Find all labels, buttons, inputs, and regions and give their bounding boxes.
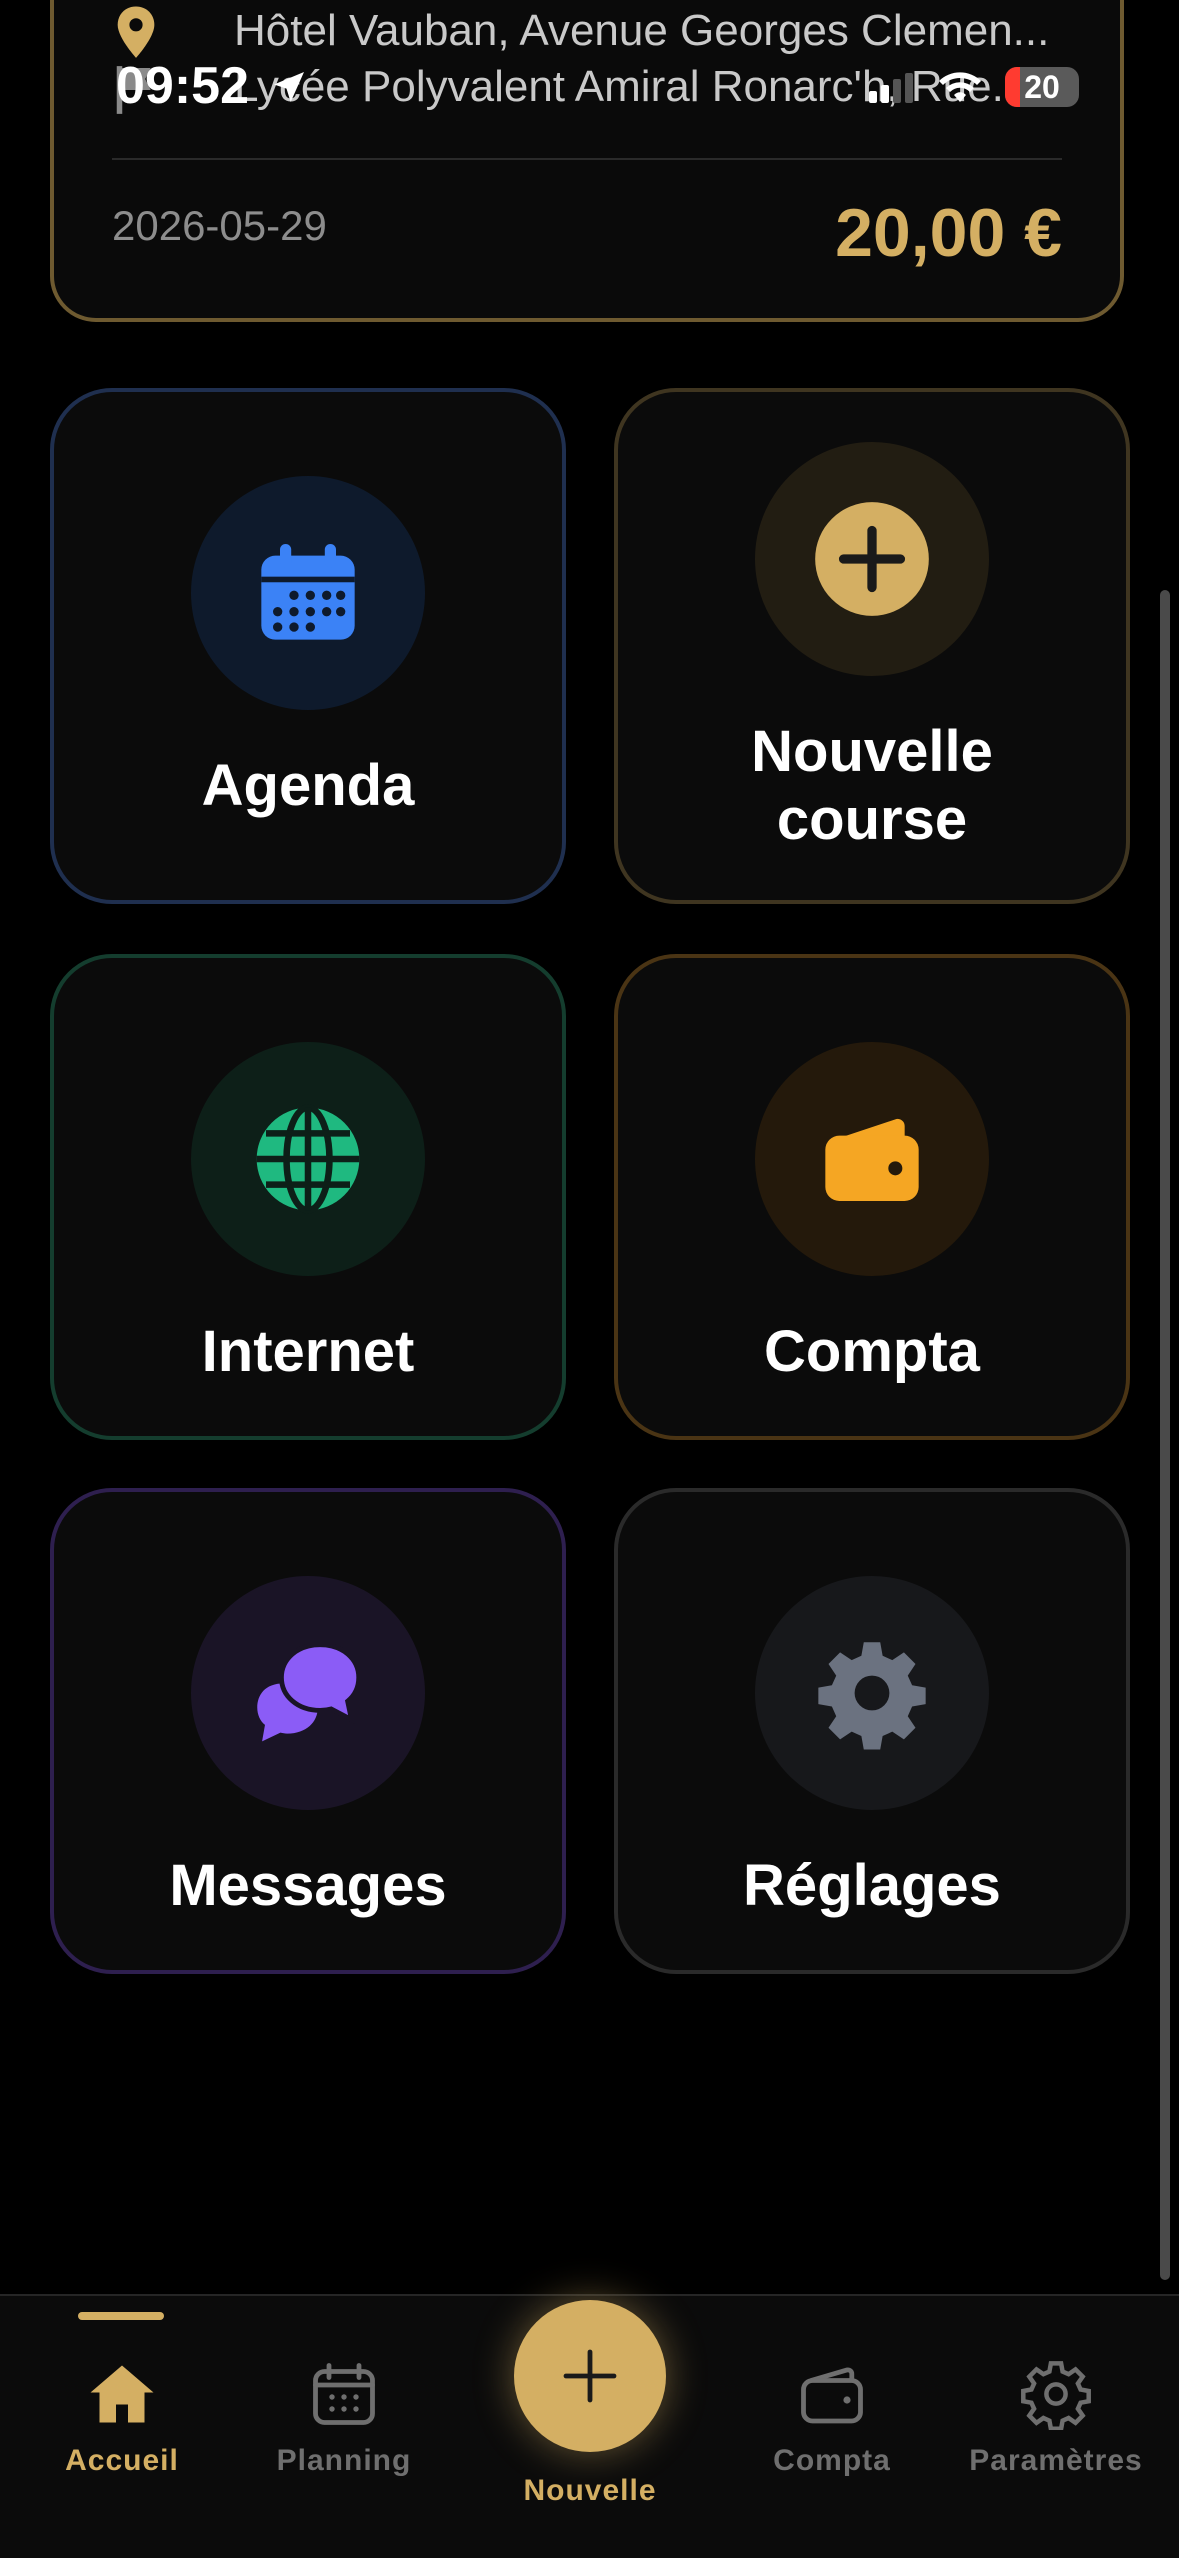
tile-compta-label: Compta [764, 1319, 980, 1384]
course-price: 20,00 € [835, 195, 1062, 271]
new-course-fab[interactable] [514, 2300, 666, 2452]
tab-parametres[interactable]: Paramètres [969, 2296, 1142, 2558]
recent-course-card[interactable]: Hôtel Vauban, Avenue Georges Clemen... L… [50, 0, 1124, 322]
tile-nouvelle-course[interactable]: Nouvelle course [614, 388, 1130, 904]
tile-compta[interactable]: Compta [614, 954, 1130, 1440]
tab-planning[interactable]: Planning [264, 2296, 424, 2558]
messages-icon-circle [191, 1576, 425, 1810]
chat-bubbles-icon [257, 1642, 362, 1742]
tab-nouvelle-label[interactable]: Nouvelle [470, 2474, 710, 2508]
status-time: 09:52 [116, 56, 309, 116]
tile-reglages[interactable]: Réglages [614, 1488, 1130, 1974]
tile-nouvelle-course-label: Nouvelle course [751, 719, 993, 852]
status-indicators: 20 [869, 62, 1079, 112]
tile-agenda-label: Agenda [201, 753, 415, 818]
scrollbar[interactable] [1160, 590, 1170, 2280]
tab-compta[interactable]: Compta [752, 2296, 912, 2558]
calendar-icon [261, 544, 355, 640]
tab-parametres-label: Paramètres [969, 2444, 1143, 2477]
tile-internet-label: Internet [201, 1319, 415, 1384]
signal-icon [869, 73, 913, 103]
compta-icon-circle [755, 1042, 989, 1276]
plus-circle-icon [815, 502, 929, 616]
tab-accueil[interactable]: Accueil [42, 2296, 202, 2558]
calendar-icon [313, 2363, 375, 2425]
tile-messages-label: Messages [169, 1853, 447, 1918]
tab-compta-label: Compta [773, 2444, 891, 2477]
tile-agenda[interactable]: Agenda [50, 388, 566, 904]
tab-accueil-label: Accueil [65, 2444, 179, 2477]
reglages-icon-circle [755, 1576, 989, 1810]
course-date: 2026-05-29 [112, 202, 327, 249]
plus-icon [563, 2349, 617, 2403]
nouvelle-course-icon-circle [755, 442, 989, 676]
home-icon [90, 2365, 154, 2423]
tab-planning-label: Planning [276, 2444, 412, 2477]
gear-icon [818, 1642, 926, 1750]
internet-icon-circle [191, 1042, 425, 1276]
agenda-icon-circle [191, 476, 425, 710]
wallet-icon [825, 1118, 919, 1201]
wallet-icon [801, 2367, 863, 2424]
globe-icon [256, 1104, 360, 1214]
card-divider [112, 158, 1062, 160]
location-arrow-icon [274, 72, 305, 102]
tile-internet[interactable]: Internet [50, 954, 566, 1440]
battery-indicator: 20 [1005, 67, 1079, 107]
tile-reglages-label: Réglages [743, 1853, 1001, 1918]
wifi-icon [939, 72, 981, 102]
tile-messages[interactable]: Messages [50, 1488, 566, 1974]
battery-level: 20 [1024, 69, 1060, 105]
gear-icon [1021, 2361, 1091, 2430]
pickup-address: Hôtel Vauban, Avenue Georges Clemen... [234, 6, 1050, 55]
